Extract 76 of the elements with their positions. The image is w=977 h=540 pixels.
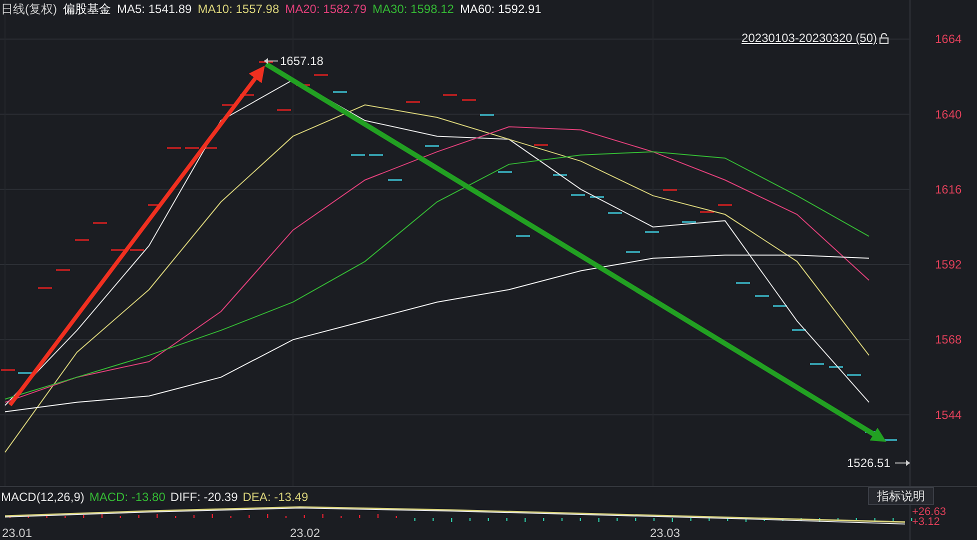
- price-tick: [792, 329, 806, 331]
- price-tick: [130, 249, 144, 251]
- price-axis-label: 1592: [935, 258, 962, 272]
- low-price-label: 1526.51: [847, 456, 890, 470]
- period-label: 日线(复权): [1, 1, 57, 17]
- price-tick: [736, 282, 750, 284]
- price-tick: [700, 211, 714, 213]
- price-axis-label: 1640: [935, 107, 962, 122]
- price-tick: [571, 194, 585, 196]
- price-tick: [351, 154, 365, 156]
- price-tick: [590, 196, 604, 198]
- price-tick: [38, 287, 52, 289]
- moving-average-value: MA60: 1592.91: [460, 1, 542, 17]
- price-tick: [56, 269, 70, 271]
- price-tick: [185, 147, 199, 149]
- indicator-value: DIFF: -20.39: [170, 489, 238, 505]
- price-tick: [773, 305, 787, 307]
- price-axis-label: 1616: [935, 182, 962, 196]
- price-tick: [296, 84, 310, 86]
- price-tick: [847, 374, 861, 376]
- price-tick: [645, 231, 659, 233]
- price-axis-label: 1664: [935, 32, 962, 46]
- moving-average-value: MA10: 1557.98: [198, 1, 280, 17]
- price-tick: [75, 239, 89, 241]
- price-tick: [553, 174, 567, 176]
- pointer-arrow-icon: [894, 460, 910, 466]
- price-tick: [718, 204, 732, 206]
- date-axis-label: 23.02: [290, 526, 320, 540]
- price-tick: [277, 109, 291, 111]
- price-tick: [534, 144, 548, 146]
- macd-axis-label: +3.12: [912, 516, 940, 528]
- price-tick: [626, 251, 640, 253]
- price-tick: [259, 61, 273, 63]
- indicator-value: DEA: -13.49: [242, 489, 308, 505]
- high-price-label: 1657.18: [280, 54, 324, 68]
- indicator-value: MACD(12,26,9): [1, 489, 84, 505]
- price-tick: [240, 94, 254, 96]
- indicator-help-button[interactable]: 指标说明: [868, 487, 934, 505]
- price-tick: [829, 366, 843, 368]
- macd-axis-label: +26.63: [912, 506, 946, 518]
- date-axis-label: 23.03: [650, 526, 680, 540]
- price-tick: [810, 363, 824, 365]
- moving-average-value: MA30: 1598.12: [372, 1, 454, 17]
- price-tick: [406, 101, 420, 103]
- indicator-value: MACD: -13.80: [89, 489, 166, 505]
- price-tick: [1, 369, 15, 371]
- price-tick: [498, 171, 512, 173]
- price-tick: [462, 99, 476, 101]
- date-axis-label: 23.01: [2, 526, 32, 540]
- fund-name: 偏股基金: [63, 1, 111, 17]
- pointer-arrow-icon: [264, 58, 278, 64]
- price-tick: [516, 235, 530, 237]
- date-range-link[interactable]: 20230103-20230320 (50): [742, 29, 877, 47]
- price-tick: [425, 145, 439, 147]
- price-tick: [443, 94, 457, 96]
- price-tick: [369, 154, 383, 156]
- price-tick: [480, 114, 494, 116]
- price-tick: [682, 221, 696, 223]
- price-tick: [608, 212, 622, 214]
- price-tick: [111, 249, 125, 251]
- price-tick: [755, 295, 769, 297]
- price-tick: [222, 104, 236, 106]
- moving-average-value: MA5: 1541.89: [117, 1, 192, 17]
- price-tick: [93, 222, 107, 224]
- price-tick: [203, 147, 217, 149]
- price-tick: [18, 372, 32, 374]
- price-tick: [314, 74, 328, 76]
- price-tick: [883, 439, 897, 441]
- price-tick: [663, 189, 677, 191]
- price-tick: [333, 91, 347, 93]
- price-axis-label: 1544: [935, 408, 962, 422]
- moving-average-value: MA20: 1582.79: [285, 1, 367, 17]
- price-tick: [388, 179, 402, 181]
- price-axis-label: 1568: [935, 332, 962, 347]
- padlock-icon[interactable]: [879, 32, 889, 44]
- price-tick: [167, 147, 181, 149]
